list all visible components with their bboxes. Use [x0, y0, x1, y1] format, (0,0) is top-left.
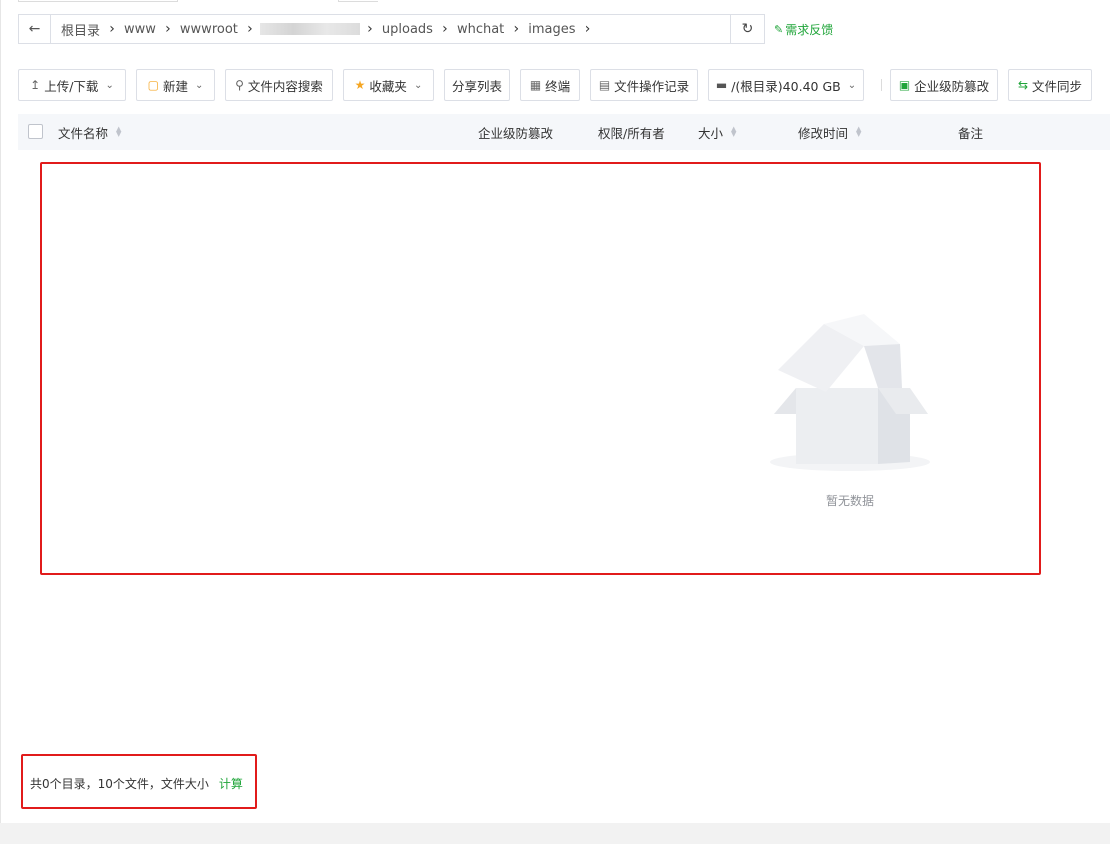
chevron-down-icon: ⌄ — [194, 79, 204, 91]
disk-select-button[interactable]: ▬ /(根目录)40.40 GB ⌄ — [708, 69, 864, 101]
terminal-button[interactable]: ▦ 终端 — [520, 69, 580, 101]
chevron-right-icon: › — [247, 21, 253, 37]
operation-log-button[interactable]: ▤ 文件操作记录 — [590, 69, 698, 101]
back-button[interactable]: ← — [19, 15, 51, 43]
breadcrumb-item-www[interactable]: www › — [122, 21, 178, 37]
sort-icon[interactable]: ▲ ▼ — [731, 126, 736, 138]
sort-icon[interactable]: ▲ ▼ — [116, 126, 121, 138]
top-tab-strip — [0, 0, 1110, 3]
breadcrumb-item-whchat[interactable]: whchat › — [455, 21, 526, 37]
content-search-button[interactable]: ⚲ 文件内容搜索 — [225, 69, 333, 101]
breadcrumb-item-uploads[interactable]: uploads › — [380, 21, 455, 37]
feedback-icon: ✎ — [774, 23, 784, 36]
new-button[interactable]: ▢ 新建 ⌄ — [136, 69, 215, 101]
left-border — [0, 0, 1, 823]
column-tamper: 企业级防篡改 — [478, 125, 554, 141]
refresh-button[interactable]: ↻ — [730, 15, 764, 43]
file-sync-button[interactable]: ⇆ 文件同步 — [1008, 69, 1092, 101]
column-name[interactable]: 文件名称 ▲ ▼ — [58, 114, 121, 150]
tamper-proof-button[interactable]: ▣ 企业级防篡改 — [890, 69, 998, 101]
folder-icon: ▢ — [147, 78, 159, 92]
tab-edge[interactable] — [18, 0, 178, 2]
column-size[interactable]: 大小 ▲ ▼ — [698, 114, 736, 150]
file-summary: 共0个目录，10个文件，文件大小 计算 — [30, 775, 243, 792]
column-permission: 权限/所有者 — [598, 125, 665, 141]
share-list-button[interactable]: 分享列表 — [444, 69, 510, 101]
chevron-right-icon: › — [367, 21, 373, 37]
highlight-box-list-area — [40, 162, 1041, 575]
favorites-button[interactable]: ★ 收藏夹 ⌄ — [343, 69, 434, 101]
redacted-segment — [259, 23, 360, 35]
column-remark: 备注 — [958, 125, 984, 141]
calculate-size-link[interactable]: 计算 — [219, 775, 243, 792]
path-bar: ← 根目录 › www › wwwroot › › uploads › whchat › … — [18, 14, 765, 44]
chevron-down-icon: ⌄ — [105, 79, 114, 91]
breadcrumb-item-redacted[interactable]: › — [259, 21, 380, 37]
tab-edge[interactable] — [338, 0, 378, 2]
feedback-link[interactable]: ✎ 需求反馈 — [774, 21, 833, 38]
toolbar: ↥ 上传/下载 ⌄ ▢ 新建 ⌄ ⚲ 文件内容搜索 ★ 收藏夹 ⌄ 分享列表 ▦… — [18, 69, 1098, 101]
file-table-header: 文件名称 ▲ ▼ 企业级防篡改 权限/所有者 大小 ▲ ▼ 修改时间 ▲ ▼ 备注 — [18, 114, 1110, 150]
terminal-icon: ▦ — [529, 78, 542, 92]
bottom-bar — [0, 823, 1110, 844]
breadcrumb-item-images[interactable]: images › — [526, 21, 597, 37]
upload-icon: ↥ — [30, 78, 41, 92]
sync-icon: ⇆ — [1017, 78, 1029, 92]
breadcrumb-item-wwwroot[interactable]: wwwroot › — [178, 21, 260, 37]
summary-text: 共0个目录，10个文件，文件大小 — [30, 777, 209, 791]
select-all-checkbox[interactable] — [28, 124, 43, 139]
search-icon: ⚲ — [235, 78, 244, 92]
upload-download-button[interactable]: ↥ 上传/下载 ⌄ — [18, 69, 126, 101]
chevron-right-icon: › — [584, 21, 591, 37]
document-icon: ▤ — [598, 78, 611, 92]
breadcrumb: 根目录 › www › wwwroot › › uploads › whchat › im… — [51, 15, 730, 43]
disk-icon: ▬ — [715, 78, 728, 92]
chevron-right-icon: › — [109, 21, 115, 37]
refresh-icon: ↻ — [741, 21, 754, 37]
star-icon: ★ — [354, 78, 366, 92]
arrow-left-icon: ← — [28, 21, 41, 37]
chevron-right-icon: › — [513, 21, 520, 37]
column-mtime[interactable]: 修改时间 ▲ ▼ — [798, 114, 861, 150]
chevron-down-icon: ⌄ — [413, 79, 423, 91]
toolbar-divider — [881, 79, 882, 91]
chevron-right-icon: › — [442, 21, 448, 37]
shield-icon: ▣ — [898, 78, 911, 92]
sort-icon[interactable]: ▲ ▼ — [856, 126, 861, 138]
chevron-right-icon: › — [165, 21, 171, 37]
breadcrumb-item-root[interactable]: 根目录 › — [59, 20, 122, 39]
chevron-down-icon: ⌄ — [847, 79, 857, 91]
